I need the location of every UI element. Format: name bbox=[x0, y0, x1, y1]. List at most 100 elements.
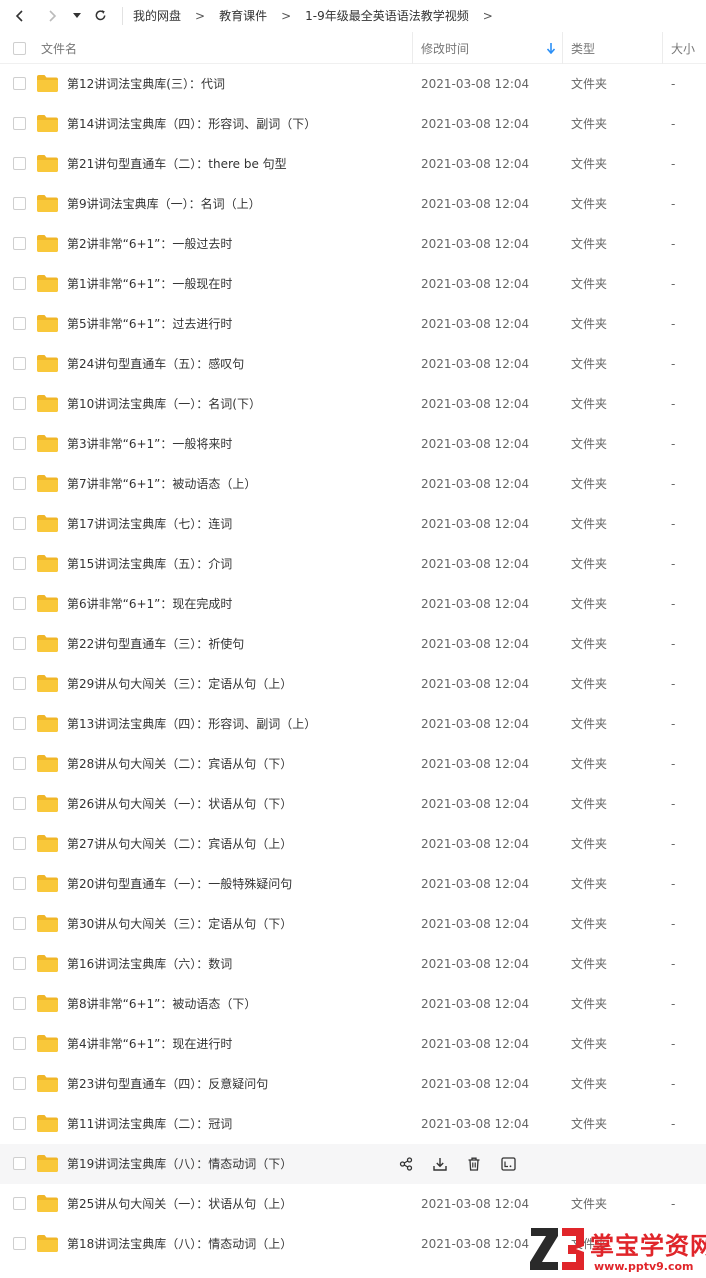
row-checkbox[interactable] bbox=[13, 597, 26, 610]
file-name[interactable]: 第20讲句型直通车（一）：一般特殊疑问句 bbox=[67, 864, 292, 904]
file-name[interactable]: 第7讲非常“6+1”：被动语态（上） bbox=[67, 464, 256, 504]
table-row[interactable]: 第10讲词法宝典库（一）：名词(下） 2021-03-08 12:04 文件夹 … bbox=[0, 384, 706, 424]
row-checkbox[interactable] bbox=[13, 157, 26, 170]
table-row[interactable]: 第3讲非常“6+1”：一般将来时 2021-03-08 12:04 文件夹 - bbox=[0, 424, 706, 464]
table-row[interactable]: 第26讲从句大闯关（一）：状语从句（下） 2021-03-08 12:04 文件… bbox=[0, 784, 706, 824]
back-button[interactable] bbox=[8, 4, 32, 28]
forward-button[interactable] bbox=[40, 4, 64, 28]
table-row[interactable]: 第29讲从句大闯关（三）：定语从句（上） 2021-03-08 12:04 文件… bbox=[0, 664, 706, 704]
file-name[interactable]: 第21讲句型直通车（二）：there be 句型 bbox=[67, 144, 287, 184]
table-row[interactable]: 第1讲非常“6+1”：一般现在时 2021-03-08 12:04 文件夹 - bbox=[0, 264, 706, 304]
file-name[interactable]: 第17讲词法宝典库（七）：连词 bbox=[67, 504, 232, 544]
file-name[interactable]: 第2讲非常“6+1”：一般过去时 bbox=[67, 224, 232, 264]
file-name[interactable]: 第6讲非常“6+1”：现在完成时 bbox=[67, 584, 232, 624]
table-row[interactable]: 第7讲非常“6+1”：被动语态（上） 2021-03-08 12:04 文件夹 … bbox=[0, 464, 706, 504]
row-checkbox[interactable] bbox=[13, 1077, 26, 1090]
table-row[interactable]: 第22讲句型直通车（三）：祈使句 2021-03-08 12:04 文件夹 - bbox=[0, 624, 706, 664]
row-checkbox[interactable] bbox=[13, 317, 26, 330]
file-name[interactable]: 第26讲从句大闯关（一）：状语从句（下） bbox=[67, 784, 292, 824]
file-name[interactable]: 第18讲词法宝典库（八）：情态动词（上） bbox=[67, 1224, 292, 1264]
table-row[interactable]: 第5讲非常“6+1”：过去进行时 2021-03-08 12:04 文件夹 - bbox=[0, 304, 706, 344]
row-checkbox[interactable] bbox=[13, 837, 26, 850]
table-row[interactable]: 第16讲词法宝典库（六）：数词 2021-03-08 12:04 文件夹 - bbox=[0, 944, 706, 984]
file-name[interactable]: 第13讲词法宝典库（四）：形容词、副词（上） bbox=[67, 704, 316, 744]
row-checkbox[interactable] bbox=[13, 197, 26, 210]
row-checkbox[interactable] bbox=[13, 1237, 26, 1250]
column-header-modified[interactable]: 修改时间 bbox=[421, 32, 469, 64]
row-checkbox[interactable] bbox=[13, 957, 26, 970]
table-row[interactable]: 第30讲从句大闯关（三）：定语从句（下） 2021-03-08 12:04 文件… bbox=[0, 904, 706, 944]
file-name[interactable]: 第8讲非常“6+1”：被动语态（下） bbox=[67, 984, 256, 1024]
file-name[interactable]: 第15讲词法宝典库（五）：介词 bbox=[67, 544, 232, 584]
column-header-type[interactable]: 类型 bbox=[571, 32, 595, 64]
file-name[interactable]: 第1讲非常“6+1”：一般现在时 bbox=[67, 264, 232, 304]
breadcrumb-item[interactable]: 教育课件 bbox=[217, 7, 269, 24]
file-name[interactable]: 第5讲非常“6+1”：过去进行时 bbox=[67, 304, 232, 344]
file-name[interactable]: 第12讲词法宝典库(三）：代词 bbox=[67, 64, 225, 104]
table-row[interactable]: 第15讲词法宝典库（五）：介词 2021-03-08 12:04 文件夹 - bbox=[0, 544, 706, 584]
table-row[interactable]: 第28讲从句大闯关（二）：宾语从句（下） 2021-03-08 12:04 文件… bbox=[0, 744, 706, 784]
row-checkbox[interactable] bbox=[13, 1037, 26, 1050]
table-row[interactable]: 第2讲非常“6+1”：一般过去时 2021-03-08 12:04 文件夹 - bbox=[0, 224, 706, 264]
file-name[interactable]: 第22讲句型直通车（三）：祈使句 bbox=[67, 624, 244, 664]
history-dropdown[interactable] bbox=[70, 4, 84, 28]
table-row[interactable]: 第9讲词法宝典库（一）：名词（上） 2021-03-08 12:04 文件夹 - bbox=[0, 184, 706, 224]
file-name[interactable]: 第3讲非常“6+1”：一般将来时 bbox=[67, 424, 232, 464]
row-checkbox[interactable] bbox=[13, 757, 26, 770]
column-divider[interactable] bbox=[412, 32, 413, 64]
table-row[interactable]: 第20讲句型直通车（一）：一般特殊疑问句 2021-03-08 12:04 文件… bbox=[0, 864, 706, 904]
table-row[interactable]: 第14讲词法宝典库（四）：形容词、副词（下） 2021-03-08 12:04 … bbox=[0, 104, 706, 144]
table-row[interactable]: 第24讲句型直通车（五）：感叹句 2021-03-08 12:04 文件夹 - bbox=[0, 344, 706, 384]
row-checkbox[interactable] bbox=[13, 237, 26, 250]
more-icon[interactable] bbox=[498, 1154, 518, 1174]
table-row[interactable]: 第25讲从句大闯关（一）：状语从句（上） 2021-03-08 12:04 文件… bbox=[0, 1184, 706, 1224]
table-row[interactable]: 第12讲词法宝典库(三）：代词 2021-03-08 12:04 文件夹 - bbox=[0, 64, 706, 104]
table-row[interactable]: 第21讲句型直通车（二）：there be 句型 2021-03-08 12:0… bbox=[0, 144, 706, 184]
file-name[interactable]: 第25讲从句大闯关（一）：状语从句（上） bbox=[67, 1184, 292, 1224]
breadcrumb-item[interactable]: 1-9年级最全英语语法教学视频 bbox=[303, 7, 471, 24]
row-checkbox[interactable] bbox=[13, 557, 26, 570]
breadcrumb-item[interactable]: 我的网盘 bbox=[131, 7, 183, 24]
file-name[interactable]: 第30讲从句大闯关（三）：定语从句（下） bbox=[67, 904, 292, 944]
row-checkbox[interactable] bbox=[13, 797, 26, 810]
file-name[interactable]: 第19讲词法宝典库（八）：情态动词（下） bbox=[67, 1144, 292, 1184]
table-row[interactable]: 第6讲非常“6+1”：现在完成时 2021-03-08 12:04 文件夹 - bbox=[0, 584, 706, 624]
column-header-size[interactable]: 大小 bbox=[671, 32, 695, 64]
delete-icon[interactable] bbox=[464, 1154, 484, 1174]
file-name[interactable]: 第28讲从句大闯关（二）：宾语从句（下） bbox=[67, 744, 292, 784]
refresh-button[interactable] bbox=[88, 4, 112, 28]
download-icon[interactable] bbox=[430, 1154, 450, 1174]
column-header-name[interactable]: 文件名 bbox=[41, 32, 77, 64]
file-name[interactable]: 第23讲句型直通车（四）：反意疑问句 bbox=[67, 1064, 268, 1104]
table-row[interactable]: 第13讲词法宝典库（四）：形容词、副词（上） 2021-03-08 12:04 … bbox=[0, 704, 706, 744]
row-checkbox[interactable] bbox=[13, 77, 26, 90]
row-checkbox[interactable] bbox=[13, 717, 26, 730]
table-row[interactable]: 第11讲词法宝典库（二）：冠词 2021-03-08 12:04 文件夹 - bbox=[0, 1104, 706, 1144]
row-checkbox[interactable] bbox=[13, 877, 26, 890]
row-checkbox[interactable] bbox=[13, 1197, 26, 1210]
select-all-checkbox[interactable] bbox=[13, 41, 26, 55]
table-row[interactable]: 第17讲词法宝典库（七）：连词 2021-03-08 12:04 文件夹 - bbox=[0, 504, 706, 544]
row-checkbox[interactable] bbox=[13, 437, 26, 450]
table-row[interactable]: 第23讲句型直通车（四）：反意疑问句 2021-03-08 12:04 文件夹 … bbox=[0, 1064, 706, 1104]
row-checkbox[interactable] bbox=[13, 997, 26, 1010]
file-name[interactable]: 第14讲词法宝典库（四）：形容词、副词（下） bbox=[67, 104, 316, 144]
file-name[interactable]: 第9讲词法宝典库（一）：名词（上） bbox=[67, 184, 261, 224]
file-name[interactable]: 第24讲句型直通车（五）：感叹句 bbox=[67, 344, 244, 384]
row-checkbox[interactable] bbox=[13, 917, 26, 930]
file-name[interactable]: 第27讲从句大闯关（二）：宾语从句（上） bbox=[67, 824, 292, 864]
file-name[interactable]: 第4讲非常“6+1”：现在进行时 bbox=[67, 1024, 232, 1064]
row-checkbox[interactable] bbox=[13, 117, 26, 130]
row-checkbox[interactable] bbox=[13, 517, 26, 530]
row-checkbox[interactable] bbox=[13, 477, 26, 490]
column-divider[interactable] bbox=[562, 32, 563, 64]
row-checkbox[interactable] bbox=[13, 677, 26, 690]
file-name[interactable]: 第10讲词法宝典库（一）：名词(下） bbox=[67, 384, 261, 424]
row-checkbox[interactable] bbox=[13, 637, 26, 650]
table-row[interactable]: 第19讲词法宝典库（八）：情态动词（下） bbox=[0, 1144, 706, 1184]
row-checkbox[interactable] bbox=[13, 1117, 26, 1130]
row-checkbox[interactable] bbox=[13, 397, 26, 410]
file-name[interactable]: 第16讲词法宝典库（六）：数词 bbox=[67, 944, 232, 984]
row-checkbox[interactable] bbox=[13, 357, 26, 370]
row-checkbox[interactable] bbox=[13, 277, 26, 290]
